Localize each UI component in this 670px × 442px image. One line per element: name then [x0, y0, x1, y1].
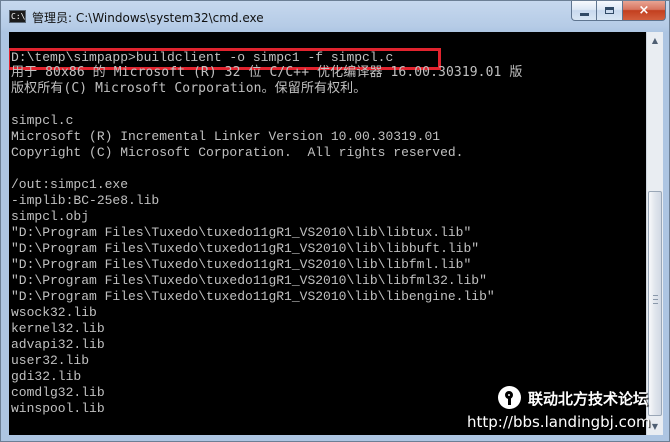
console-line: "D:\Program Files\Tuxedo\tuxedo11gR1_VS2… [11, 225, 472, 240]
maximize-icon [605, 7, 614, 14]
console-line: /out:simpc1.exe [11, 177, 129, 192]
console-line: simpcl.obj [11, 209, 90, 224]
console-line: winspool.lib [11, 401, 105, 416]
maximize-button[interactable] [597, 1, 623, 21]
grip-line-icon [653, 295, 658, 296]
console-line: "D:\Program Files\Tuxedo\tuxedo11gR1_VS2… [11, 289, 495, 304]
minimize-button[interactable] [571, 1, 597, 21]
close-button[interactable]: × [623, 1, 666, 21]
scroll-up-button[interactable]: ▲ [647, 32, 663, 49]
console-line: "D:\Program Files\Tuxedo\tuxedo11gR1_VS2… [11, 241, 480, 256]
forum-watermark: 联动北方技术论坛 http://bbs.landingbj.com [467, 386, 668, 434]
forum-logo-icon [498, 386, 521, 409]
console-line: Copyright (C) Microsoft Corporation. All… [11, 145, 464, 160]
cmd-app-icon[interactable]: C:\ [9, 10, 26, 23]
console-line: -implib:BC-25e8.lib [11, 193, 160, 208]
console-line: simpcl.c [11, 113, 74, 128]
window-controls: × [571, 1, 666, 23]
window-title: 管理员: C:\Windows\system32\cmd.exe [32, 11, 264, 25]
minimize-icon [579, 12, 589, 16]
watermark-title: 联动北方技术论坛 [528, 390, 649, 408]
console-line: "D:\Program Files\Tuxedo\tuxedo11gR1_VS2… [11, 273, 487, 288]
watermark-url: http://bbs.landingbj.com [467, 413, 651, 431]
scrollbar-thumb[interactable] [648, 191, 662, 416]
console-line: "D:\Program Files\Tuxedo\tuxedo11gR1_VS2… [11, 257, 472, 272]
close-icon: × [638, 3, 650, 18]
console-line: gdi32.lib [11, 369, 82, 384]
console-line: Microsoft (R) Incremental Linker Version… [11, 129, 441, 144]
console-output[interactable]: D:\temp\simpapp>buildclient -o simpc1 -f… [9, 32, 646, 435]
vertical-scrollbar[interactable]: ▲ ▼ [646, 32, 663, 435]
console-line: comdlg32.lib [11, 385, 105, 400]
console-line: 版权所有(C) Microsoft Corporation。保留所有权利。 [11, 81, 367, 96]
grip-line-icon [653, 299, 658, 300]
console-line: advapi32.lib [11, 337, 105, 352]
console-line: user32.lib [11, 353, 90, 368]
cmd-window: C:\ 管理员: C:\Windows\system32\cmd.exe × D… [0, 0, 670, 442]
console-line: 用于 80x86 的 Microsoft (R) 32 位 C/C++ 优化编译… [11, 65, 523, 80]
grip-line-icon [653, 303, 658, 304]
console-line: kernel32.lib [11, 321, 105, 336]
title-bar[interactable]: C:\ 管理员: C:\Windows\system32\cmd.exe × [1, 1, 669, 32]
chevron-up-icon: ▲ [651, 36, 659, 45]
console-line: wsock32.lib [11, 305, 97, 320]
